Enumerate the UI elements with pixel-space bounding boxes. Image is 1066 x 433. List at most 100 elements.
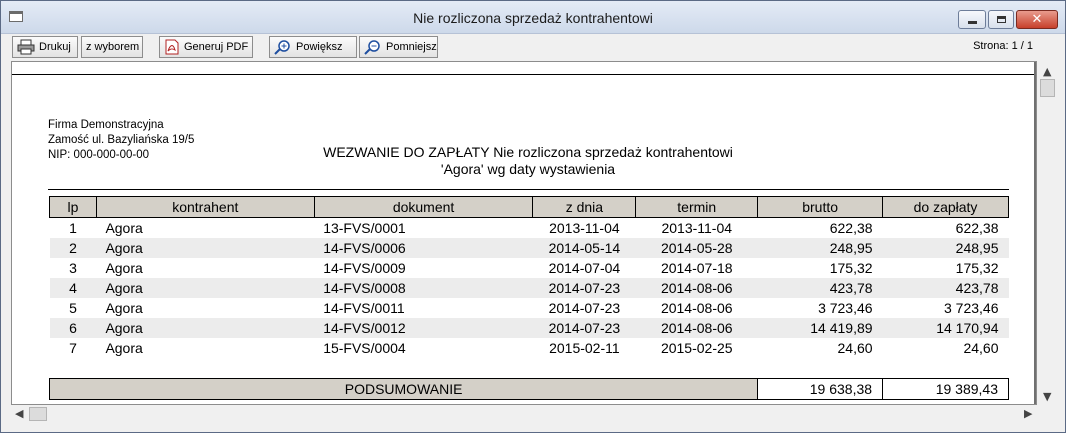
cell-lp: 1 [69, 220, 77, 236]
cell-do-zaplaty: 3 723,46 [944, 300, 999, 316]
cell-brutto: 622,38 [829, 220, 873, 236]
cell-termin: 2015-02-25 [660, 340, 733, 356]
column-header: brutto [757, 196, 884, 218]
table-row: 7 Agora 15-FVS/0004 2015-02-11 2015-02-2… [50, 338, 1009, 358]
table-row: 1 Agora 13-FVS/0001 2013-11-04 2013-11-0… [50, 218, 1009, 239]
close-button[interactable]: ✕ [1016, 10, 1058, 29]
cell-z-dnia: 2013-11-04 [549, 220, 620, 236]
report-title-line2: 'Agora' wg daty wystawienia [440, 161, 616, 177]
cell-kontrahent: Agora [105, 260, 143, 276]
column-header: dokument [313, 196, 534, 218]
horizontal-scrollbar[interactable] [11, 405, 1038, 422]
report-table: lp kontrahent dokument z dnia termin bru… [48, 196, 1009, 400]
cell-do-zaplaty: 175,32 [955, 260, 999, 276]
table-header-row: lp kontrahent dokument z dnia termin bru… [49, 196, 1009, 218]
report-preview-window: Nie rozliczona sprzedaż kontrahentowi ✕ … [0, 0, 1066, 433]
print-with-selection-button[interactable]: z wyborem [81, 36, 143, 58]
cell-z-dnia: 2014-07-23 [548, 300, 621, 316]
cell-termin: 2014-07-18 [660, 260, 733, 276]
cell-lp: 3 [69, 260, 77, 276]
spacer-row [49, 358, 1009, 379]
cell-z-dnia: 2014-05-14 [532, 238, 636, 258]
vertical-scroll-thumb[interactable] [1040, 79, 1055, 97]
cell-termin: 2014-05-28 [635, 238, 758, 258]
cell-z-dnia: 2014-07-04 [548, 260, 621, 276]
page-shadow [1034, 62, 1036, 404]
company-name: Firma Demonstracyjna [48, 119, 164, 131]
print-button[interactable]: Drukuj [12, 36, 78, 58]
zoom-out-label: Pomniejsz [386, 41, 437, 53]
cell-kontrahent: Agora [105, 340, 143, 356]
generate-pdf-button[interactable]: Generuj PDF [159, 36, 253, 58]
report-title: WEZWANIE DO ZAPŁATY Nie rozliczona sprze… [242, 144, 814, 178]
column-header: lp [49, 196, 97, 218]
column-header: z dnia [532, 196, 637, 218]
minimize-icon [967, 21, 977, 24]
pdf-label: Generuj PDF [184, 41, 249, 53]
cell-dokument: 13-FVS/0001 [323, 220, 406, 236]
cell-do-zaplaty: 423,78 [882, 278, 1009, 298]
cell-dokument: 14-FVS/0009 [323, 260, 406, 276]
cell-kontrahent: Agora [96, 278, 315, 298]
cell-kontrahent: Agora [96, 238, 315, 258]
table-row: 3 Agora 14-FVS/0009 2014-07-04 2014-07-1… [50, 258, 1009, 278]
scroll-down-arrow-icon[interactable]: ▼ [1043, 391, 1051, 402]
vertical-scrollbar[interactable] [1038, 61, 1057, 405]
cell-brutto: 14 419,89 [757, 318, 883, 338]
title-bar: Nie rozliczona sprzedaż kontrahentowi ✕ [1, 1, 1065, 34]
cell-lp: 2 [49, 238, 97, 258]
zoom-in-label: Powiększ [296, 41, 343, 53]
column-header: termin [635, 196, 759, 218]
table-row: 2 Agora 14-FVS/0006 2014-05-14 2014-05-2… [49, 238, 1009, 258]
title-rule [48, 189, 1009, 190]
cell-do-zaplaty: 24,60 [963, 340, 999, 356]
column-header: do zapłaty [882, 196, 1009, 218]
cell-lp: 4 [49, 278, 97, 298]
cell-do-zaplaty: 248,95 [882, 238, 1009, 258]
cell-kontrahent: Agora [105, 220, 143, 236]
summary-brutto: 19 638,38 [757, 378, 884, 400]
cell-brutto: 175,32 [829, 260, 873, 276]
cell-do-zaplaty: 622,38 [955, 220, 999, 236]
summary-do-zaplaty: 19 389,43 [882, 378, 1009, 400]
table-row: 5 Agora 14-FVS/0011 2014-07-23 2014-08-0… [50, 298, 1009, 318]
cell-z-dnia: 2014-07-23 [532, 318, 636, 338]
cell-dokument: 15-FVS/0004 [323, 340, 406, 356]
cell-lp: 7 [69, 340, 77, 356]
cell-termin: 2013-11-04 [661, 220, 733, 236]
cell-termin: 2014-08-06 [660, 300, 733, 316]
scroll-right-arrow-icon[interactable]: ▶ [1024, 408, 1032, 419]
selection-label: z wyborem [86, 41, 140, 53]
company-nip: NIP: 000-000-00-00 [48, 149, 150, 161]
cell-dokument: 14-FVS/0012 [314, 318, 533, 338]
cell-z-dnia: 2014-07-23 [532, 278, 636, 298]
cell-termin: 2014-08-06 [635, 278, 758, 298]
window-title: Nie rozliczona sprzedaż kontrahentowi [413, 10, 653, 26]
maximize-button[interactable] [988, 10, 1014, 29]
summary-label: PODSUMOWANIE [48, 378, 759, 400]
column-header: kontrahent [95, 196, 315, 218]
cell-kontrahent: Agora [96, 318, 315, 338]
scroll-left-arrow-icon[interactable]: ◀ [15, 408, 23, 419]
horizontal-scroll-thumb[interactable] [29, 407, 47, 421]
cell-dokument: 14-FVS/0008 [314, 278, 533, 298]
zoom-in-icon [274, 40, 290, 55]
company-info: Firma Demonstracyjna Zamość ul. Bazyliań… [48, 118, 194, 163]
page-top-edge [12, 62, 1036, 75]
scroll-up-arrow-icon[interactable]: ▲ [1043, 66, 1051, 77]
minimize-button[interactable] [958, 10, 986, 29]
cell-lp: 5 [69, 300, 77, 316]
zoom-in-button[interactable]: Powiększ [269, 36, 357, 58]
cell-brutto: 423,78 [757, 278, 883, 298]
pdf-icon [165, 39, 179, 55]
maximize-icon [996, 16, 1006, 23]
cell-kontrahent: Agora [105, 300, 143, 316]
report-title-line1: WEZWANIE DO ZAPŁATY Nie rozliczona sprze… [323, 144, 733, 160]
zoom-out-icon [364, 40, 380, 55]
print-label: Drukuj [39, 41, 71, 53]
summary-row: PODSUMOWANIE 19 638,38 19 389,43 [48, 378, 1009, 400]
printer-icon [17, 39, 35, 55]
zoom-out-button[interactable]: Pomniejsz [359, 36, 438, 58]
cell-brutto: 24,60 [837, 340, 873, 356]
table-row: 4 Agora 14-FVS/0008 2014-07-23 2014-08-0… [49, 278, 1009, 298]
